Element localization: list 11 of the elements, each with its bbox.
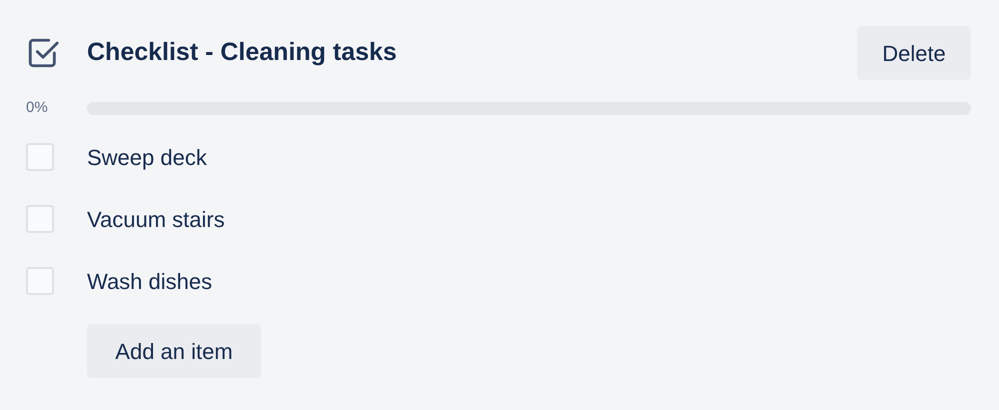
item-label: Sweep deck <box>87 144 207 172</box>
checklist-title: Checklist - Cleaning tasks <box>87 37 398 68</box>
delete-button[interactable]: Delete <box>857 26 971 80</box>
item-checkbox[interactable] <box>26 205 54 233</box>
checkbox-icon <box>26 36 60 70</box>
item-label: Wash dishes <box>87 268 212 296</box>
progress-percentage: 0% <box>26 98 49 118</box>
item-checkbox[interactable] <box>26 143 54 171</box>
add-item-button[interactable]: Add an item <box>87 324 261 378</box>
item-label: Vacuum stairs <box>87 206 225 234</box>
item-checkbox[interactable] <box>26 267 54 295</box>
